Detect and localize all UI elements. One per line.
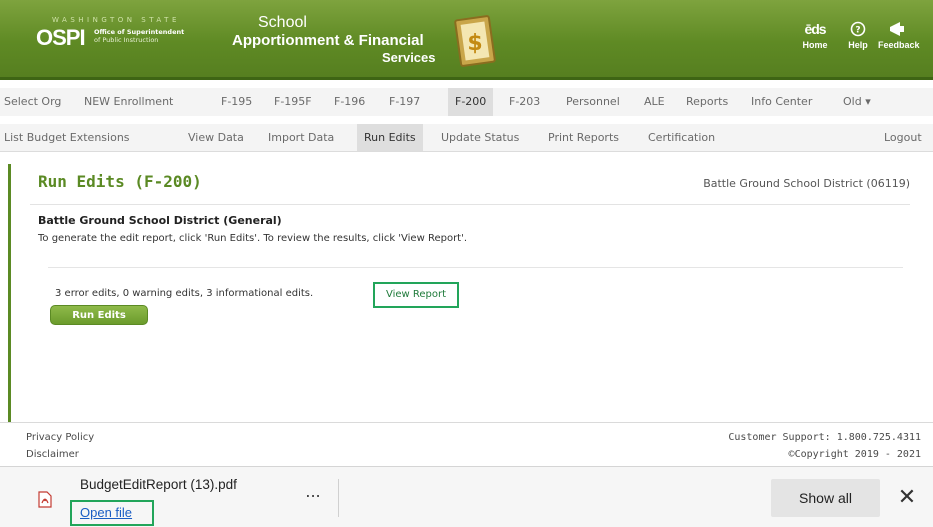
nav-select-org[interactable]: Select Org [4,88,61,116]
download-separator [338,479,339,517]
ospi-office-label: Office of Superintendent of Public Instr… [94,28,214,44]
subnav-list-budget-extensions[interactable]: List Budget Extensions [4,124,130,151]
help-icon: ? [838,18,878,40]
nav-reports[interactable]: Reports [686,88,728,116]
app-title-line-1: School [258,14,307,31]
subnav-view-data[interactable]: View Data [188,124,244,151]
customer-support-text: Customer Support: 1.800.725.4311 [728,432,921,443]
disclaimer-link[interactable]: Disclaimer [26,449,79,460]
megaphone-icon [878,18,933,40]
download-bar: BudgetEditReport (13).pdf Open file ... … [0,466,933,527]
nav-ale[interactable]: ALE [644,88,665,116]
feedback-label: Feedback [878,40,920,50]
eds-logo-icon: ēds [804,21,826,37]
home-label: Home [802,40,828,50]
help-label: Help [848,40,868,50]
feedback-link[interactable]: Feedback [878,18,933,50]
section-heading: Battle Ground School District (General) [38,214,282,227]
subnav-update-status[interactable]: Update Status [441,124,519,151]
content-left-accent [8,164,11,422]
content-divider [48,267,903,268]
nav-f197[interactable]: F-197 [389,88,420,116]
home-link[interactable]: ēds Home [795,18,835,50]
help-glyph: ? [855,25,860,35]
open-file-link[interactable]: Open file [70,500,154,526]
nav-new-enrollment[interactable]: NEW Enrollment [84,88,173,116]
nav-gap [0,116,933,124]
office-line-1: Office of Superintendent [94,28,185,36]
nav-f195f[interactable]: F-195F [274,88,312,116]
secondary-nav: List Budget Extensions View Data Import … [0,124,933,152]
open-file-label[interactable]: Open file [80,505,132,520]
page-title: Run Edits (F-200) [38,172,202,191]
edit-summary-text: 3 error edits, 0 warning edits, 3 inform… [55,288,314,299]
main-content: Run Edits (F-200) Battle Ground School D… [30,164,910,419]
view-report-link[interactable]: View Report [373,282,459,308]
page-footer: Privacy Policy Disclaimer Customer Suppo… [0,422,933,465]
close-icon[interactable]: ✕ [894,483,920,513]
run-edits-button[interactable]: Run Edits [50,305,148,325]
logout-link[interactable]: Logout [884,124,922,151]
ospi-logo[interactable]: OSPI [36,25,86,51]
nav-personnel[interactable]: Personnel [566,88,620,116]
nav-info-center[interactable]: Info Center [751,88,812,116]
nav-f203[interactable]: F-203 [509,88,540,116]
download-filename[interactable]: BudgetEditReport (13).pdf [80,477,237,492]
instructions-text: To generate the edit report, click 'Run … [38,233,468,244]
state-label: WASHINGTON STATE [52,16,180,24]
copyright-text: ©Copyright 2019 - 2021 [788,449,921,460]
more-options-button[interactable]: ... [300,484,326,505]
office-line-2: of Public Instruction [94,36,159,44]
show-all-button[interactable]: Show all [771,479,880,517]
nav-f196[interactable]: F-196 [334,88,365,116]
help-link[interactable]: ? Help [838,18,878,50]
dollar-document-icon: $ [454,15,496,67]
subnav-certification[interactable]: Certification [648,124,715,151]
district-label: Battle Ground School District (06119) [703,177,910,190]
primary-nav: Select Org NEW Enrollment F-195 F-195F F… [0,88,933,117]
pdf-file-icon [38,491,52,508]
nav-f195[interactable]: F-195 [221,88,252,116]
svg-text:$: $ [467,31,482,56]
app-title-line-2: Apportionment & Financial [232,32,424,49]
subnav-import-data[interactable]: Import Data [268,124,334,151]
app-title-line-3: Services [382,50,436,65]
nav-old-dropdown[interactable]: Old ▾ [843,88,871,116]
subnav-run-edits[interactable]: Run Edits [357,124,423,151]
app-header: WASHINGTON STATE OSPI Office of Superint… [0,0,933,80]
privacy-policy-link[interactable]: Privacy Policy [26,432,94,443]
title-divider [30,204,910,205]
subnav-print-reports[interactable]: Print Reports [548,124,619,151]
nav-f200[interactable]: F-200 [448,88,494,116]
